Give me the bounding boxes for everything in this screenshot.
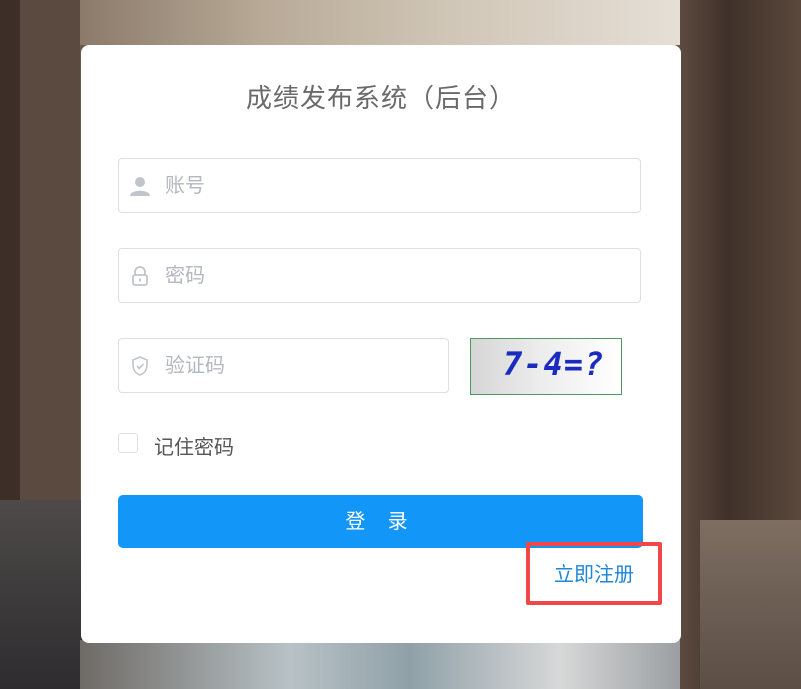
register-link[interactable]: 立即注册 <box>530 546 658 601</box>
password-placeholder: 密码 <box>165 263 205 287</box>
account-input[interactable]: 账号 <box>118 158 641 213</box>
remember-label: 记住密码 <box>154 435 234 459</box>
captcha-image[interactable]: 7-4=? <box>470 338 622 395</box>
lock-icon <box>132 266 148 286</box>
password-input[interactable]: 密码 <box>118 248 641 303</box>
account-placeholder: 账号 <box>165 173 205 197</box>
captcha-text: 7-4=? <box>503 345 605 383</box>
remember-checkbox[interactable] <box>118 433 138 453</box>
register-highlight: 立即注册 <box>526 542 662 605</box>
captcha-placeholder: 验证码 <box>165 353 225 377</box>
captcha-input[interactable]: 验证码 <box>118 338 449 393</box>
login-button[interactable]: 登 录 <box>118 495 643 548</box>
shield-check-icon <box>132 356 148 376</box>
user-icon <box>130 177 150 196</box>
page-title: 成绩发布系统（后台） <box>245 84 516 114</box>
